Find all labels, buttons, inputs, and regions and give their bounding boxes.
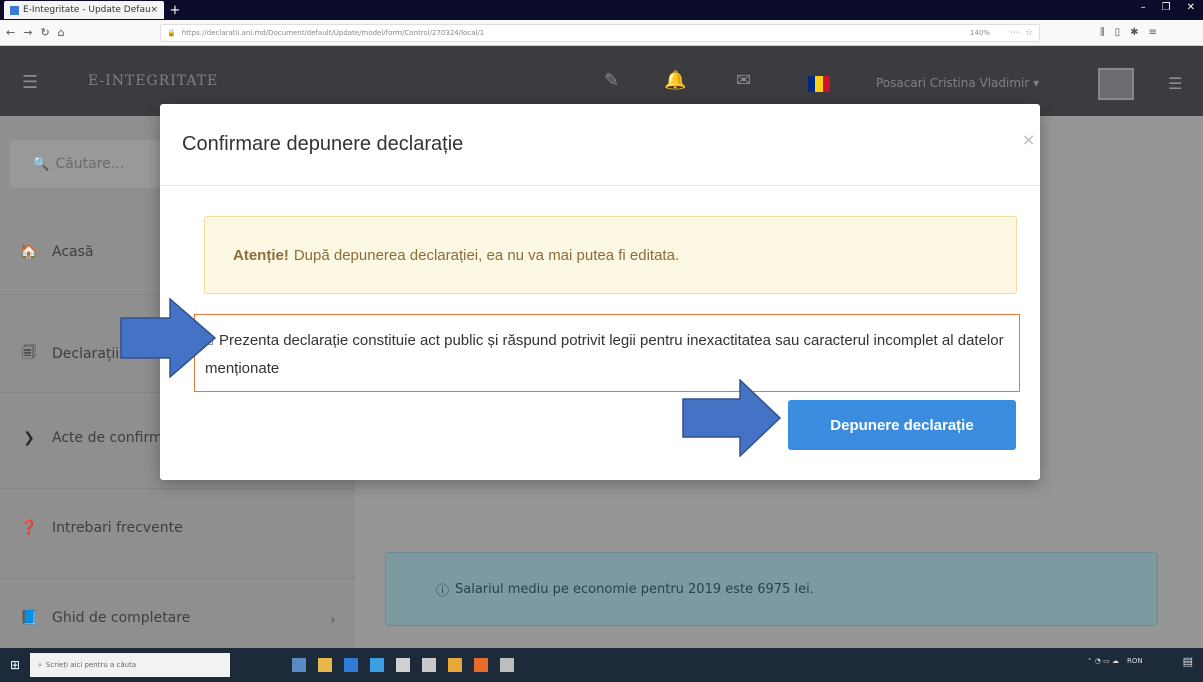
- back-icon[interactable]: ←: [6, 26, 15, 39]
- window-controls: – ❐ ✕: [1141, 2, 1195, 13]
- browser-nav-bar: ← → ↻ ⌂ 🔒 https://declaratii.ani.md/Docu…: [0, 20, 1203, 46]
- firefox-icon[interactable]: [474, 658, 488, 672]
- chevron-right-icon: ❯: [23, 430, 35, 446]
- submit-declaration-button[interactable]: Depunere declarație: [788, 400, 1016, 450]
- sidebar-item-home[interactable]: 🏠 Acasă: [18, 244, 93, 260]
- edge-icon[interactable]: [344, 658, 358, 672]
- library-icon[interactable]: ⫼: [1100, 27, 1105, 38]
- user-menu[interactable]: Posacari Cristina Vladimir ▾: [876, 76, 1039, 90]
- sidebar-item-guide[interactable]: 📘 Ghid de completare: [18, 610, 190, 626]
- browser-tab-bar: E-Integritate - Update Default × + – ❐ ✕: [0, 0, 1203, 20]
- taskbar-apps: [292, 658, 514, 672]
- calculator-icon[interactable]: [500, 658, 514, 672]
- flag-stripe: [822, 76, 830, 92]
- notifications-icon[interactable]: ▤: [1183, 655, 1193, 668]
- confirm-submission-modal: Confirmare depunere declarație × Atenție…: [160, 104, 1040, 480]
- sidebar-item-faq[interactable]: ❓ Intrebari frecvente: [18, 520, 183, 536]
- sidebar-item-declarations[interactable]: 🗐 Declarații: [18, 342, 119, 366]
- browser-toolbar-right: ⫼ ▯ ✱ ≡: [1100, 27, 1157, 38]
- taskbar-search-input[interactable]: ⌕ Scrieți aici pentru a căuta: [30, 653, 230, 677]
- mail-icon[interactable]: [396, 658, 410, 672]
- reload-icon[interactable]: ↻: [40, 26, 49, 39]
- flag-stripe: [808, 76, 816, 92]
- brand-logo[interactable]: E-INTEGRITATE: [88, 73, 218, 89]
- info-circle-icon: ⓘ: [436, 583, 450, 599]
- pencil-icon[interactable]: ✎: [604, 70, 619, 91]
- arrow-shape: [682, 379, 782, 457]
- explorer-icon[interactable]: [318, 658, 332, 672]
- warning-alert: Atenție! După depunerea declarației, ea …: [204, 216, 1017, 294]
- os-taskbar: ⊞ ⌕ Scrieți aici pentru a căuta ⌃ ◔ ▭ ☁ …: [0, 648, 1203, 682]
- sidebar-item-label: Declarații: [52, 346, 120, 362]
- sidebar-item-label: Intrebari frecvente: [52, 520, 183, 536]
- hamburger-menu-icon[interactable]: ☰: [22, 72, 38, 93]
- chrome-icon[interactable]: [448, 658, 462, 672]
- tab-title: E-Integritate - Update Default: [23, 5, 151, 15]
- taskbar-search-placeholder: Scrieți aici pentru a căuta: [45, 661, 137, 669]
- warning-text: După depunerea declarației, ea nu va mai…: [293, 246, 680, 264]
- info-alert-text: Salariul mediu pe economie pentru 2019 e…: [455, 581, 814, 597]
- extension-icon[interactable]: ✱: [1130, 27, 1138, 38]
- annotation-arrow-icon: [682, 379, 782, 457]
- url-text: https://declaratii.ani.md/Document/defau…: [181, 28, 485, 37]
- tray-language[interactable]: RON: [1127, 657, 1143, 665]
- sidebar-divider: [0, 488, 355, 489]
- envelope-icon[interactable]: ✉: [736, 70, 751, 91]
- home-icon: 🏠: [20, 244, 38, 260]
- search-icon: ⌕: [38, 660, 42, 669]
- nav-buttons: ← → ↻ ⌂: [0, 26, 160, 39]
- bookmark-star-icon[interactable]: ☆: [1025, 28, 1033, 38]
- task-view-icon[interactable]: [292, 658, 306, 672]
- favicon-icon: [10, 5, 19, 15]
- book-icon: 📘: [20, 610, 38, 626]
- consent-text: Prezenta declarație constituie act publi…: [205, 332, 1004, 377]
- forward-icon[interactable]: →: [23, 26, 32, 39]
- new-tab-button[interactable]: +: [168, 3, 182, 18]
- lock-icon: 🔒: [167, 28, 176, 37]
- search-placeholder: Căutare...: [55, 156, 125, 172]
- sidebar-item-label: Ghid de completare: [52, 610, 191, 626]
- documents-icon: 🗐: [22, 345, 36, 361]
- tray-icons[interactable]: ⌃ ◔ ▭ ☁: [1087, 657, 1119, 665]
- language-flag-icon[interactable]: [808, 76, 830, 92]
- windows-start-icon[interactable]: ⊞: [0, 658, 30, 672]
- annotation-arrow-icon: [120, 298, 216, 378]
- store-icon[interactable]: [370, 658, 384, 672]
- sidebar-divider: [0, 578, 355, 579]
- system-tray: ⌃ ◔ ▭ ☁ RON ▤: [1087, 654, 1193, 668]
- sidebar-toggle-icon[interactable]: ▯: [1115, 27, 1121, 38]
- bell-icon[interactable]: 🔔: [664, 70, 686, 91]
- info-alert: ⓘ Salariul mediu pe economie pentru 2019…: [385, 552, 1158, 626]
- clock[interactable]: [1151, 654, 1175, 668]
- modal-header: Confirmare depunere declarație ×: [160, 104, 1040, 186]
- modal-close-button[interactable]: ×: [1022, 130, 1035, 149]
- warning-label: Atenție!: [233, 246, 289, 264]
- avatar[interactable]: [1098, 68, 1134, 100]
- sidebar-item-label: Acasă: [52, 244, 94, 260]
- question-circle-icon: ❓: [20, 520, 38, 536]
- search-input[interactable]: 🔍 Căutare...: [10, 140, 160, 188]
- tab-close-icon[interactable]: ×: [150, 5, 158, 15]
- maximize-button[interactable]: ❐: [1162, 2, 1171, 13]
- minimize-button[interactable]: –: [1141, 2, 1146, 13]
- zoom-level[interactable]: 140%: [970, 29, 990, 37]
- consent-checkbox-row[interactable]: Prezenta declarație constituie act publi…: [194, 314, 1020, 392]
- settings-menu-icon[interactable]: ☰: [1168, 74, 1182, 93]
- modal-title: Confirmare depunere declarație: [182, 133, 464, 155]
- page-actions-icon[interactable]: ⋯: [1010, 28, 1019, 38]
- address-bar[interactable]: 🔒 https://declaratii.ani.md/Document/def…: [160, 23, 1040, 42]
- browser-tab[interactable]: E-Integritate - Update Default ×: [4, 1, 164, 19]
- search-icon: 🔍: [32, 156, 50, 172]
- browser-menu-icon[interactable]: ≡: [1149, 27, 1157, 38]
- close-window-button[interactable]: ✕: [1187, 2, 1195, 13]
- briefcase-icon[interactable]: [422, 658, 436, 672]
- arrow-shape: [120, 298, 216, 378]
- flag-stripe: [815, 76, 823, 92]
- home-browser-icon[interactable]: ⌂: [58, 26, 65, 39]
- chevron-right-icon: ›: [330, 612, 336, 628]
